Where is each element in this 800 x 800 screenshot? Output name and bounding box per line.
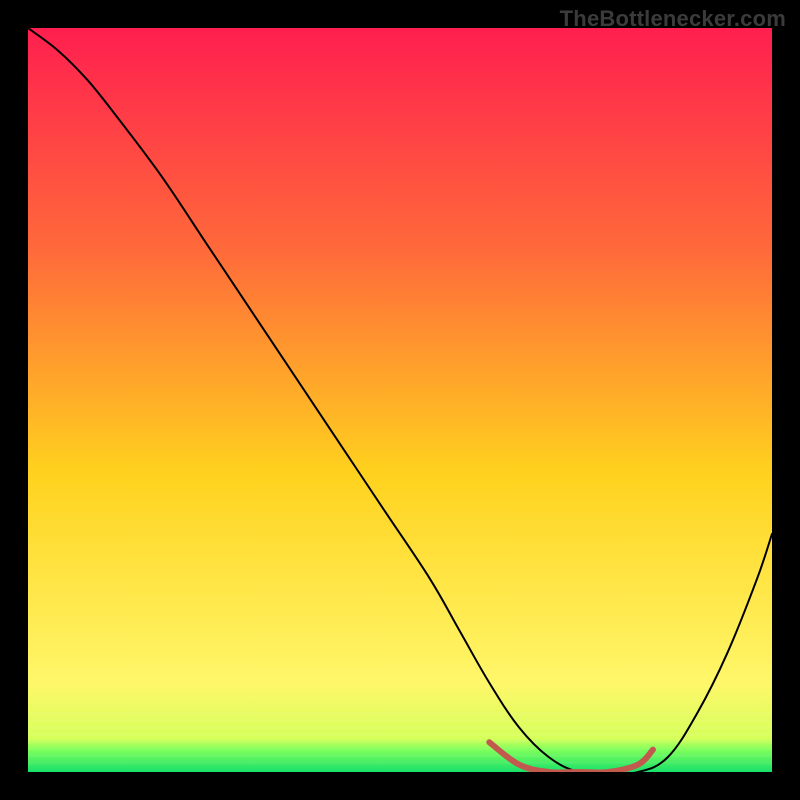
chart-container: TheBottlenecker.com [0, 0, 800, 800]
gradient-background [28, 28, 772, 772]
watermark-text: TheBottlenecker.com [560, 6, 786, 32]
chart-svg [28, 28, 772, 772]
plot-area [28, 28, 772, 772]
